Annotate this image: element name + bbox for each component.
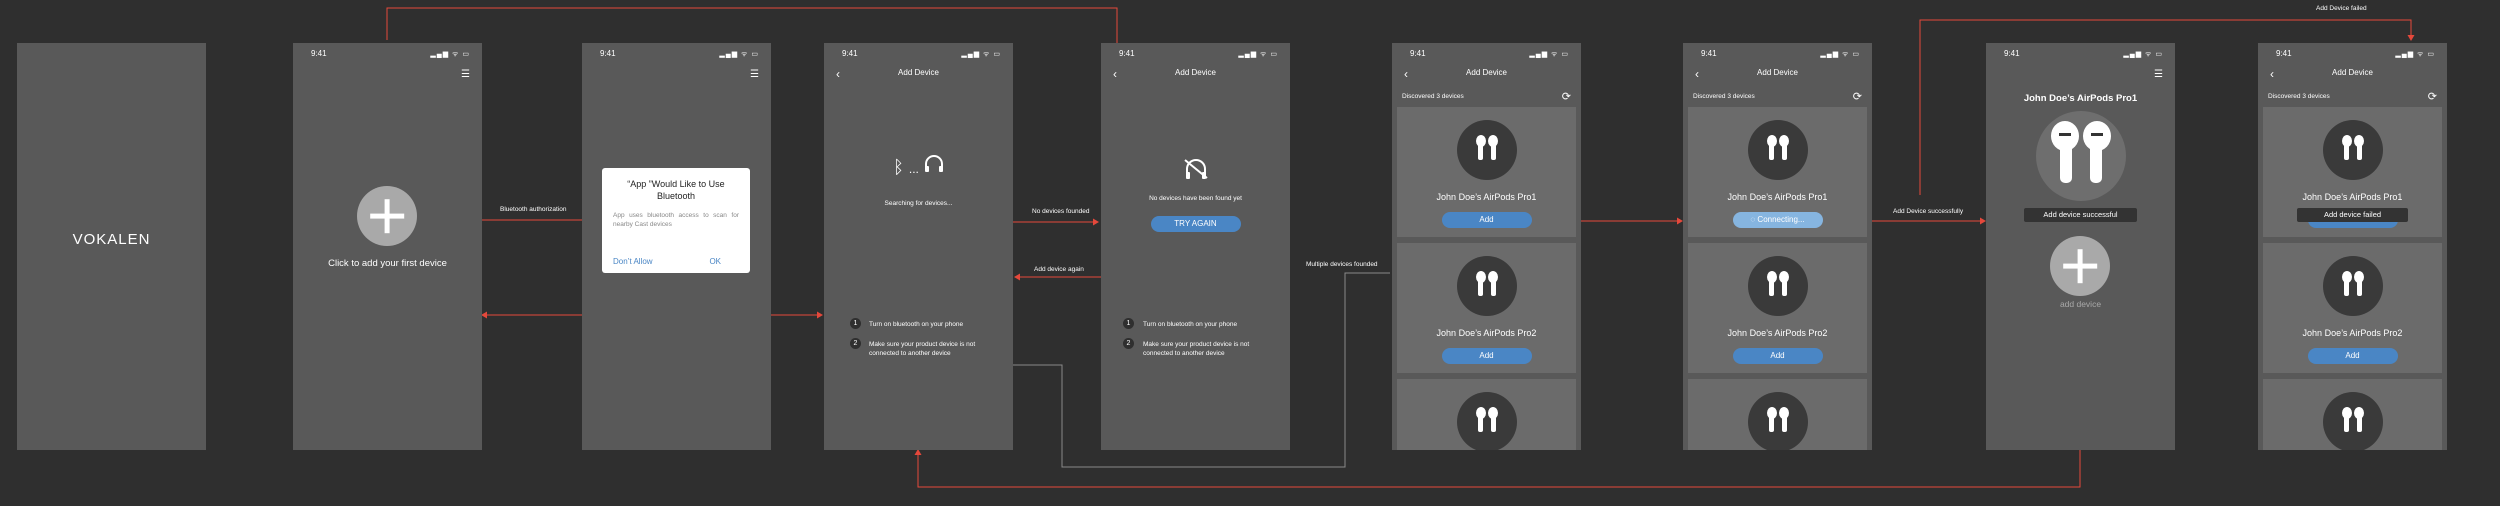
add-button[interactable]: Add [2307,348,2398,364]
label-add-again: Add device again [1034,266,1084,273]
discovered-count: Discovered 3 devices [2268,93,2330,100]
bluetooth-icon: ᛒ [893,157,904,178]
status-bar: 9:41 ▂▄▆ ᯤ ▭ [1701,49,1860,58]
screen-failed: 9:41 ▂▄▆ ᯤ ▭ ‹ Add Device Discovered 3 de… [2258,43,2447,450]
add-device-caption: add device [2059,299,2102,309]
brand-logo: VOKALEN [72,231,151,248]
device-card [1397,379,1576,450]
alert-body: App uses bluetooth access to scan for ne… [613,212,739,228]
airpods-avatar [1747,256,1808,316]
add-button[interactable]: Add [1441,348,1532,364]
discovered-count: Discovered 3 devices [1693,93,1755,100]
no-devices-text: No devices have been found yet [1149,195,1242,202]
refresh-icon[interactable]: ⟳ [2428,90,2437,103]
device-card: John Doe’s AirPods Pro2 Add [2263,243,2442,373]
try-again-button[interactable]: TRY AGAIN [1150,216,1241,232]
page-title: Add Device [1466,68,1507,77]
airpods-avatar [2322,392,2383,450]
tip-2: Make sure your product device is not con… [1143,341,1250,357]
device-name: John Doe’s AirPods Pro1 [1436,192,1537,202]
add-device-button[interactable] [357,186,417,246]
tip-1: Turn on bluetooth on your phone [869,321,964,328]
device-name: John Doe’s AirPods Pro2 [1727,328,1828,338]
page-title: Add Device [1757,68,1798,77]
label-failed: Add Device failed [2316,5,2367,12]
alert-title: “App ”Would Like to Use Bluetooth [627,179,725,201]
add-first-device-caption: Click to add your first device [328,258,447,269]
label-bt-auth: Bluetooth authorization [500,206,567,213]
tip-number-2: 2 [1123,338,1134,349]
device-name: John Doe’s AirPods Pro2 [2302,328,2403,338]
label-no-found: No devices founded [1032,208,1090,215]
label-multiple: Multiple devices founded [1306,261,1378,268]
airpods-avatar [1747,120,1808,180]
screen-searching: 9:41 ▂▄▆ ᯤ ▭ ‹ Add Device ᛒ ... Searching… [824,43,1013,450]
add-device-button[interactable] [2050,236,2110,296]
airpods-avatar [1456,120,1517,180]
failed-toast: Add device failed [2297,208,2408,222]
tip-number-1: 1 [850,318,861,329]
tip-1: Turn on bluetooth on your phone [1143,321,1238,328]
dont-allow-button[interactable]: Don’t Allow [613,257,653,266]
status-bar: 9:41 ▂▄▆ ᯤ ▭ [1410,49,1569,58]
page-title: Add Device [2332,68,2373,77]
headphones-icon [924,155,944,177]
menu-icon[interactable]: ☰ [461,69,470,80]
add-button[interactable]: Add [1732,348,1823,364]
searching-text: Searching for devices... [884,200,953,207]
tip-number-1: 1 [1123,318,1134,329]
screen-connecting: 9:41 ▂▄▆ ᯤ ▭ ‹ Add Device Discovered 3 de… [1683,43,1872,450]
refresh-icon[interactable]: ⟳ [1853,90,1862,103]
device-card: John Doe’s AirPods Pro1 Add [1397,107,1576,237]
screen-discovered: 9:41 ▂▄▆ ᯤ ▭ ‹ Add Device Discovered 3 de… [1392,43,1581,450]
device-card [1688,379,1867,450]
airpods-avatar [2322,256,2383,316]
discovered-count: Discovered 3 devices [1402,93,1464,100]
device-name: John Doe’s AirPods Pro1 [1727,192,1828,202]
device-card: John Doe’s AirPods Pro1 ◌ Connecting... [1688,107,1867,237]
screen-success: 9:41 ▂▄▆ ᯤ ▭ ☰ John Doe’s AirPods Pro1 Ad… [1986,43,2175,450]
ok-button[interactable]: OK [709,257,721,266]
screen-no-devices: 9:41 ▂▄▆ ᯤ ▭ ‹ Add Device No devices have… [1101,43,1290,450]
connecting-label: Connecting... [1757,215,1805,224]
bt-alert-dialog: “App ”Would Like to Use Bluetooth App us… [602,168,750,273]
status-bar: 9:41 ▂▄▆ ᯤ ▭ [2276,49,2435,58]
airpods-avatar [2322,120,2383,180]
device-card: John Doe’s AirPods Pro2 Add [1397,243,1576,373]
device-name: John Doe’s AirPods Pro1 [2302,192,2403,202]
tip-number-2: 2 [850,338,861,349]
page-title: Add Device [898,68,939,77]
airpods-avatar [1747,392,1808,450]
success-toast: Add device successful [2024,208,2137,222]
device-title: John Doe’s AirPods Pro1 [2023,93,2138,104]
status-bar: 9:41 ▂▄▆ ᯤ ▭ [842,49,1001,58]
status-bar: 9:41 ▂▄▆ ᯤ ▭ [2004,49,2163,58]
device-card: John Doe’s AirPods Pro1 Add device faile… [2263,107,2442,237]
searching-dots: ... [908,162,919,176]
screen-bt-permission: 9:41 ▂▄▆ ᯤ ▭ ☰ “App ”Would Like to Use Bl… [582,43,771,450]
refresh-icon[interactable]: ⟳ [1562,90,1571,103]
device-card [2263,379,2442,450]
airpods-avatar [1456,392,1517,450]
device-name: John Doe’s AirPods Pro2 [1436,328,1537,338]
menu-icon[interactable]: ☰ [750,69,759,80]
search-graphic: ᛒ ... [824,155,1013,178]
status-bar: 9:41 ▂▄▆ ᯤ ▭ [1119,49,1278,58]
label-success: Add Device successfully [1893,208,1964,215]
menu-icon[interactable]: ☰ [2154,69,2163,80]
status-bar: 9:41 ▂▄▆ ᯤ ▭ [311,49,470,58]
airpods-avatar [1456,256,1517,316]
add-button[interactable]: Add [1441,212,1532,228]
device-card: John Doe’s AirPods Pro2 Add [1688,243,1867,373]
airpods-image [2036,111,2126,201]
tip-2: Make sure your product device is not con… [869,341,976,357]
page-title: Add Device [1175,68,1216,77]
connecting-button: ◌ Connecting... [1732,212,1823,228]
spinner-icon: ◌ [1750,215,1756,224]
status-bar: 9:41 ▂▄▆ ᯤ ▭ [600,49,759,58]
screen-empty-home: 9:41 ▂▄▆ ᯤ ▭ ☰ Click to add your first de… [293,43,482,450]
no-headphones-icon [1183,158,1209,185]
screen-splash: VOKALEN [17,43,206,450]
